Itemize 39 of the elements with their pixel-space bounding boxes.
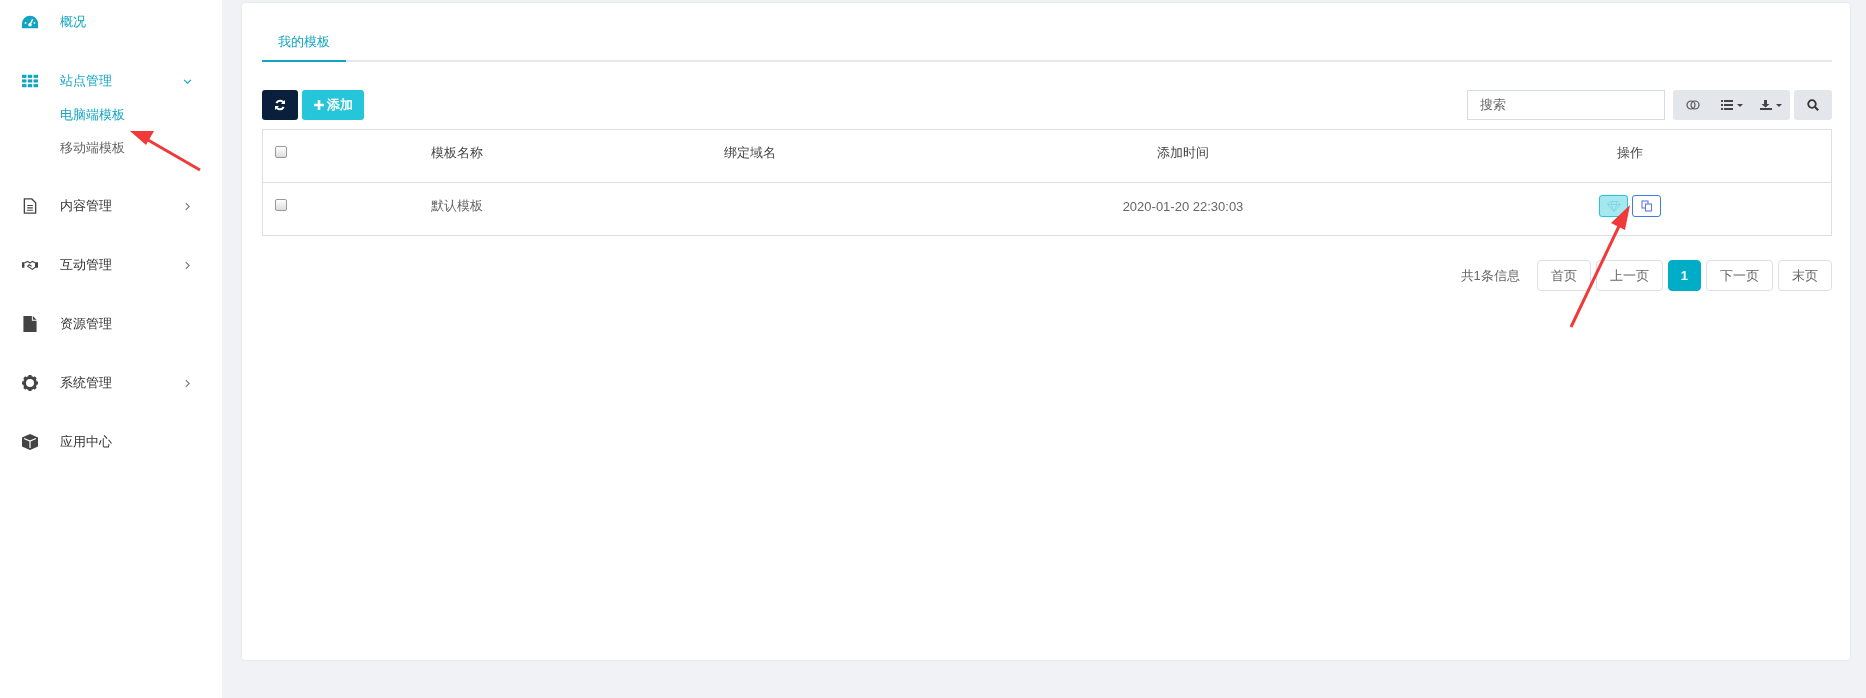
column-header: 添加时间 bbox=[1157, 145, 1209, 160]
sidebar-item[interactable]: 资源管理 bbox=[0, 308, 222, 340]
sidebar-item[interactable]: 应用中心 bbox=[0, 426, 222, 458]
diamond-icon bbox=[1606, 200, 1621, 212]
annotation-arrow bbox=[130, 131, 201, 172]
search-button[interactable] bbox=[1794, 89, 1832, 120]
list-caret-icon bbox=[1720, 99, 1743, 110]
plus-icon bbox=[314, 99, 324, 110]
refresh-button[interactable] bbox=[262, 89, 298, 120]
toggle-icon bbox=[1685, 99, 1700, 110]
record-count: 共1条信息 bbox=[1460, 266, 1520, 285]
row-checkbox[interactable] bbox=[275, 198, 287, 211]
file-icon bbox=[22, 316, 38, 332]
document-icon bbox=[22, 198, 38, 214]
select-all-checkbox[interactable] bbox=[275, 145, 287, 158]
search-icon bbox=[1807, 98, 1819, 111]
cube-icon bbox=[22, 434, 38, 450]
sidebar-subitem[interactable]: 移动端模板 bbox=[0, 137, 222, 159]
copy-icon bbox=[1640, 200, 1653, 212]
pagination-button[interactable]: 首页 bbox=[1536, 260, 1591, 291]
pagination-button[interactable]: 末页 bbox=[1778, 260, 1832, 291]
sidebar-item[interactable]: 互动管理 bbox=[0, 249, 222, 281]
gauge-icon bbox=[22, 14, 38, 30]
gear-icon bbox=[22, 375, 38, 391]
column-header: 操作 bbox=[1617, 144, 1643, 162]
table-cell: 默认模板 bbox=[431, 198, 483, 213]
pagination-button[interactable]: 上一页 bbox=[1595, 260, 1663, 291]
table-cell: 2020-01-20 22:30:03 bbox=[1122, 198, 1244, 214]
sidebar-item[interactable]: 内容管理 bbox=[0, 190, 222, 222]
download-caret-icon bbox=[1759, 99, 1782, 110]
copy-button[interactable] bbox=[1632, 195, 1661, 217]
grid-icon bbox=[22, 73, 38, 89]
column-header: 绑定域名 bbox=[724, 145, 776, 160]
template-action-button[interactable] bbox=[1599, 195, 1628, 217]
sidebar-item[interactable]: 系统管理 bbox=[0, 367, 222, 399]
search-field[interactable]: 搜索 bbox=[1467, 89, 1665, 120]
column-header: 模板名称 bbox=[431, 145, 483, 160]
refresh-icon bbox=[274, 98, 286, 111]
pagination-button[interactable]: 下一页 bbox=[1706, 260, 1773, 291]
